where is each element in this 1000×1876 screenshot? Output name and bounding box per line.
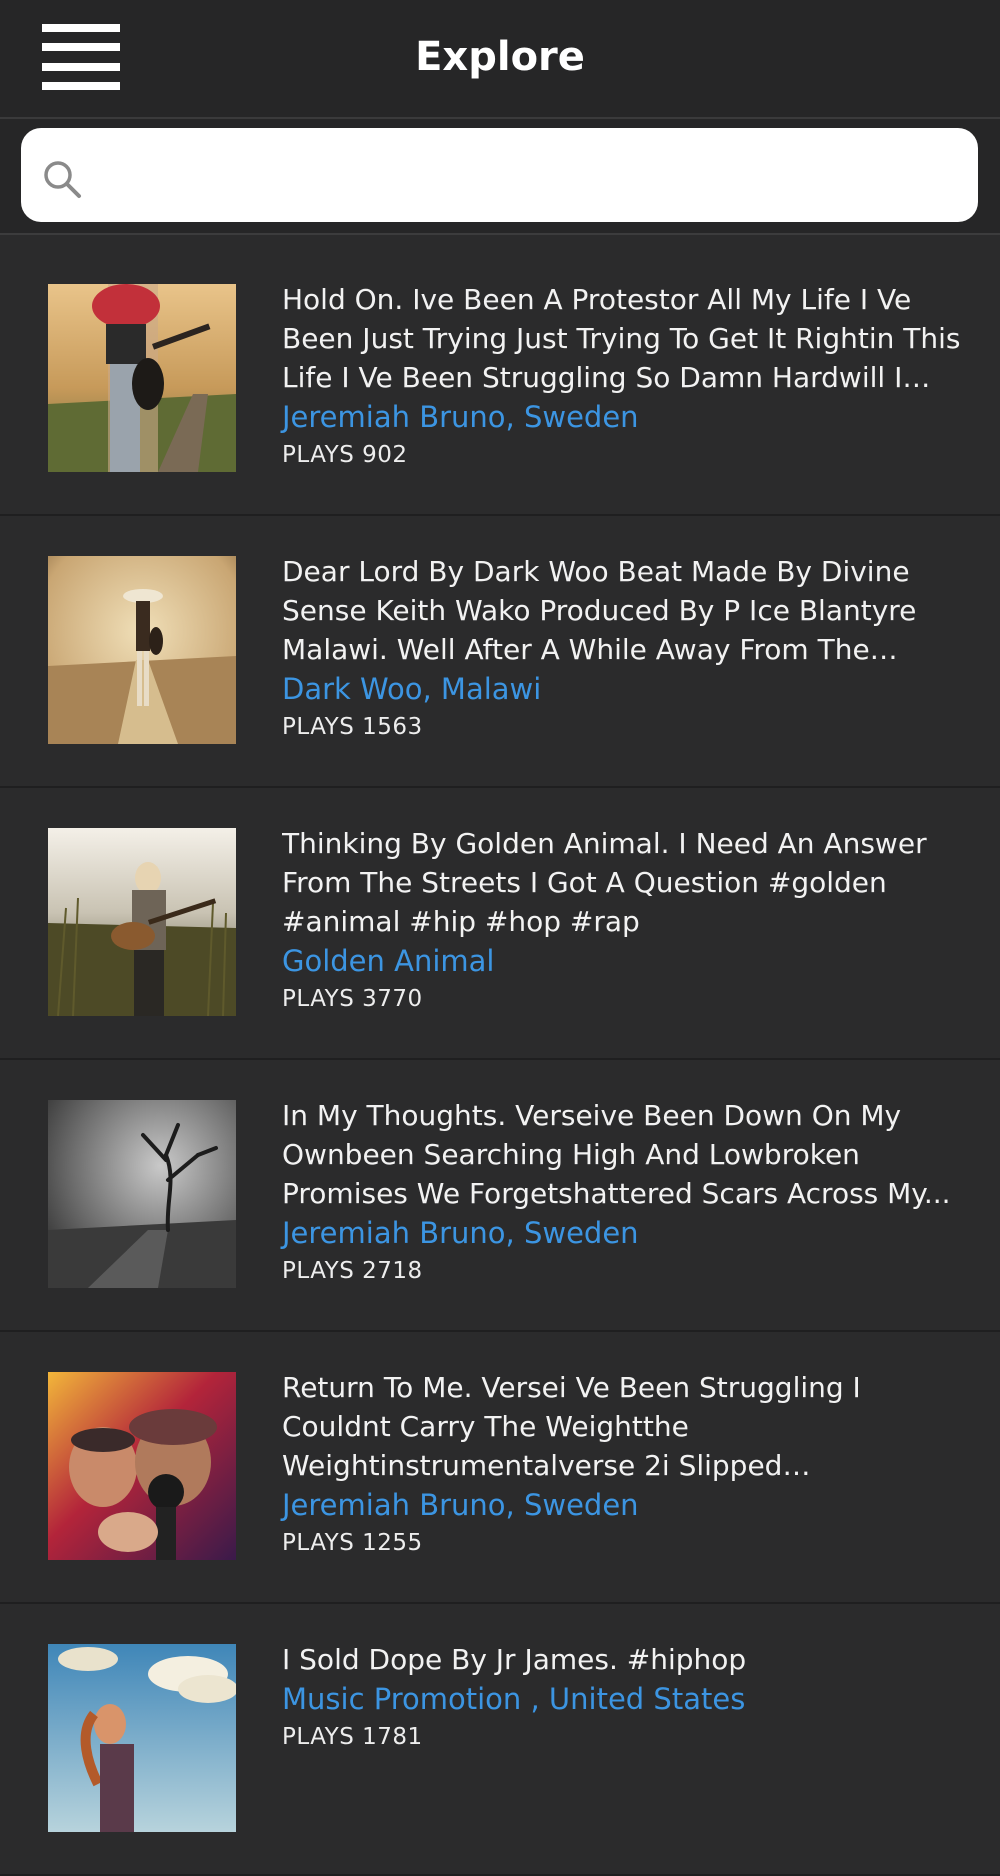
track-description: Dear Lord By Dark Woo Beat Made By Divin…: [282, 555, 917, 666]
guitarist-railway-image: [48, 284, 236, 472]
track-description: Thinking By Golden Animal. I Need An Ans…: [282, 827, 927, 938]
track-row[interactable]: Return To Me. Versei Ve Been Struggling …: [0, 1332, 1000, 1604]
track-artwork[interactable]: [48, 284, 236, 472]
woman-under-sky-image: [48, 1644, 236, 1832]
artist-link[interactable]: Jeremiah Bruno, Sweden: [282, 1213, 962, 1254]
artist-link[interactable]: Golden Animal: [282, 941, 962, 982]
track-row[interactable]: I Sold Dope By Jr James. #hiphop Music P…: [0, 1604, 1000, 1876]
search-box[interactable]: [21, 128, 978, 222]
search-bar: [0, 119, 1000, 235]
search-input[interactable]: [109, 142, 953, 210]
track-list: Hold On. Ive Been A Protestor All My Lif…: [0, 244, 1000, 1876]
artist-link[interactable]: Jeremiah Bruno, Sweden: [282, 1485, 962, 1526]
play-count: PLAYS 902: [282, 442, 408, 468]
track-description: I Sold Dope By Jr James. #hiphop: [282, 1643, 747, 1676]
menu-bar: [42, 24, 120, 32]
track-row[interactable]: Hold On. Ive Been A Protestor All My Lif…: [0, 244, 1000, 516]
woman-with-guitar-image: [48, 828, 236, 1016]
rappers-microphone-image: [48, 1372, 236, 1560]
play-count: PLAYS 1781: [282, 1724, 423, 1750]
play-count: PLAYS 3770: [282, 986, 423, 1012]
track-artwork[interactable]: [48, 556, 236, 744]
track-description: Hold On. Ive Been A Protestor All My Lif…: [282, 283, 961, 394]
page-title: Explore: [415, 34, 585, 80]
woman-on-road-image: [48, 556, 236, 744]
track-row[interactable]: Thinking By Golden Animal. I Need An Ans…: [0, 788, 1000, 1060]
menu-bar: [42, 81, 120, 90]
track-description: In My Thoughts. Verseive Been Down On My…: [282, 1099, 951, 1210]
track-row[interactable]: In My Thoughts. Verseive Been Down On My…: [0, 1060, 1000, 1332]
play-count: PLAYS 1255: [282, 1530, 423, 1556]
app-header: Explore: [0, 0, 1000, 119]
lonely-tree-image: [48, 1100, 236, 1288]
search-icon: [44, 161, 81, 198]
track-description: Return To Me. Versei Ve Been Struggling …: [282, 1371, 861, 1482]
track-artwork[interactable]: [48, 1644, 236, 1832]
artist-link[interactable]: Jeremiah Bruno, Sweden: [282, 397, 962, 438]
play-count: PLAYS 2718: [282, 1258, 423, 1284]
track-row[interactable]: Dear Lord By Dark Woo Beat Made By Divin…: [0, 516, 1000, 788]
play-count: PLAYS 1563: [282, 714, 423, 740]
artist-link[interactable]: Music Promotion , United States: [282, 1679, 962, 1720]
track-artwork[interactable]: [48, 1100, 236, 1288]
track-artwork[interactable]: [48, 828, 236, 1016]
artist-link[interactable]: Dark Woo, Malawi: [282, 669, 962, 710]
track-artwork[interactable]: [48, 1372, 236, 1560]
